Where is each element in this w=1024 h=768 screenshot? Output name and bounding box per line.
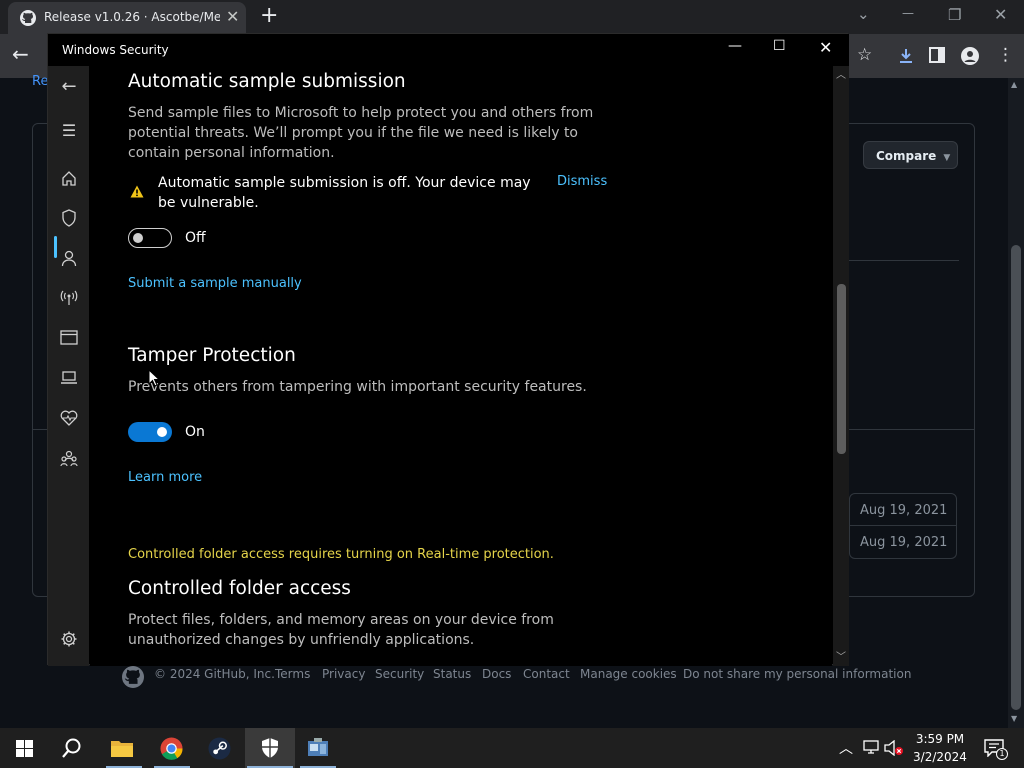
asset-date: Aug 19, 2021	[849, 493, 957, 526]
page-scrollbar-thumb[interactable]	[1011, 245, 1021, 710]
realtime-notice: Controlled folder access requires turnin…	[128, 547, 554, 562]
windows-security-window: Windows Security — ☐ ✕ ← ☰ Automatic sam…	[47, 33, 849, 666]
scroll-down-icon[interactable]: ▼	[1011, 714, 1017, 723]
file-explorer-icon[interactable]	[110, 738, 134, 758]
search-icon[interactable]	[61, 737, 83, 759]
section-heading: Tamper Protection	[128, 345, 296, 366]
minimize-button[interactable]: —	[902, 6, 914, 20]
chrome-icon[interactable]	[160, 737, 183, 760]
footer-link[interactable]: Manage cookies	[580, 667, 677, 681]
bookmark-star-icon[interactable]: ☆	[857, 45, 872, 65]
footer-link[interactable]: Docs	[482, 667, 511, 681]
learn-more-link[interactable]: Learn more	[128, 470, 202, 485]
show-hidden-icons-chevron-icon[interactable]: ︿	[839, 738, 853, 758]
github-footer: © 2024 GitHub, Inc. Terms Privacy Securi…	[120, 666, 920, 688]
scroll-up-icon[interactable]: ▲	[1011, 80, 1017, 89]
footer-link[interactable]: Status	[433, 667, 471, 681]
shield-icon[interactable]	[61, 209, 77, 227]
section-description: Prevents others from tampering with impo…	[128, 379, 587, 395]
minimize-button[interactable]: —	[728, 38, 742, 54]
github-icon	[20, 10, 36, 26]
chevron-down-icon: ▼	[943, 153, 951, 163]
warning-message: Automatic sample submission is off. Your…	[158, 175, 531, 211]
github-partial-link[interactable]: Re	[32, 74, 48, 89]
window-titlebar: Windows Security — ☐ ✕	[48, 34, 849, 66]
mouse-cursor-icon	[148, 369, 160, 387]
footer-link[interactable]: Security	[375, 667, 424, 681]
device-security-icon[interactable]	[60, 371, 78, 384]
security-settings-content: Automatic sample submission Send sample …	[90, 66, 832, 666]
clock-time[interactable]: 3:59 PM	[912, 732, 968, 746]
divider	[32, 429, 48, 430]
toggle-state-label: Off	[185, 230, 206, 246]
profile-icon[interactable]	[961, 47, 979, 65]
content-scrollbar-thumb[interactable]	[837, 284, 846, 454]
dismiss-link[interactable]: Dismiss	[557, 174, 607, 189]
hamburger-menu-icon[interactable]: ☰	[59, 121, 79, 140]
account-icon[interactable]	[61, 250, 77, 267]
app-browser-icon[interactable]	[60, 330, 78, 345]
github-logo-icon[interactable]	[122, 666, 144, 688]
windows-start-icon[interactable]	[16, 740, 33, 757]
scroll-up-icon[interactable]: ︿	[836, 66, 846, 81]
browser-close-button[interactable]: ✕	[994, 5, 1007, 24]
new-tab-button[interactable]: +	[260, 3, 278, 28]
section-description: Send sample files to Microsoft to help p…	[128, 105, 594, 161]
window-title: Windows Security	[62, 43, 169, 57]
warning-icon	[130, 185, 144, 198]
divider	[849, 429, 975, 430]
footer-copyright: © 2024 GitHub, Inc.	[154, 667, 275, 681]
back-arrow-icon[interactable]: ←	[59, 76, 79, 97]
section-description: Protect files, folders, and memory areas…	[128, 612, 554, 648]
volume-muted-icon[interactable]	[884, 740, 904, 756]
taskbar: ︿ 3:59 PM 3/2/2024 1	[0, 728, 1024, 768]
toggle-state-label: On	[185, 424, 205, 440]
footer-link[interactable]: Contact	[523, 667, 570, 681]
tab-close-icon[interactable]: ✕	[226, 7, 239, 26]
close-button[interactable]: ✕	[819, 38, 832, 57]
asset-date: Aug 19, 2021	[849, 526, 957, 559]
side-panel-icon[interactable]	[929, 47, 945, 63]
section-heading: Automatic sample submission	[128, 71, 406, 92]
tab-search-icon[interactable]: ⌄	[857, 5, 870, 23]
back-arrow-icon[interactable]: ←	[12, 42, 29, 66]
steam-icon[interactable]	[208, 737, 231, 760]
section-heading: Controlled folder access	[128, 578, 351, 599]
divider	[849, 260, 959, 261]
network-icon[interactable]	[60, 290, 78, 306]
download-icon[interactable]	[897, 47, 915, 65]
tab-title: Release v1.0.26 · Ascotbe/Medusa · GitHu…	[44, 10, 220, 24]
restore-button[interactable]: ❐	[948, 6, 961, 24]
settings-gear-icon[interactable]	[60, 630, 78, 648]
clock-date[interactable]: 3/2/2024	[912, 750, 968, 764]
compare-label: Compare	[876, 149, 937, 163]
security-nav: ← ☰	[48, 66, 89, 666]
family-icon[interactable]	[60, 450, 78, 467]
tamper-protection-toggle[interactable]	[128, 422, 172, 442]
browser-tabstrip: Release v1.0.26 · Ascotbe/Medusa · GitHu…	[0, 0, 1024, 34]
compare-button[interactable]: Compare ▼	[863, 141, 958, 169]
sample-submission-toggle[interactable]	[128, 228, 172, 248]
submit-sample-link[interactable]: Submit a sample manually	[128, 276, 302, 291]
windows-security-shield-icon[interactable]	[260, 737, 280, 759]
home-icon[interactable]	[61, 170, 77, 186]
maximize-button[interactable]: ☐	[773, 38, 786, 54]
nav-selection-indicator	[54, 236, 57, 258]
notification-badge: 1	[996, 748, 1008, 760]
control-panel-icon[interactable]	[306, 737, 330, 759]
footer-link[interactable]: Terms	[275, 667, 310, 681]
browser-tab[interactable]: Release v1.0.26 · Ascotbe/Medusa · GitHu…	[8, 2, 246, 34]
footer-link[interactable]: Do not share my personal information	[683, 667, 911, 681]
more-menu-icon[interactable]: ⋮	[997, 45, 1014, 65]
scroll-down-icon[interactable]: ﹀	[836, 648, 846, 663]
footer-link[interactable]: Privacy	[322, 667, 365, 681]
health-heart-icon[interactable]	[60, 410, 78, 426]
network-monitor-icon[interactable]	[863, 740, 879, 755]
